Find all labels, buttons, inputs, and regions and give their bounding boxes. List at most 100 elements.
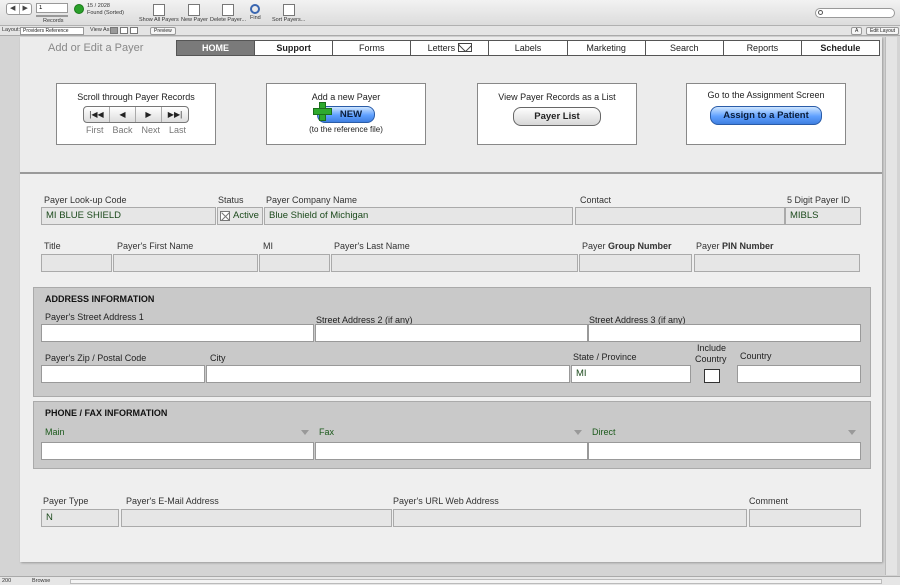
zip-label: Payer's Zip / Postal Code [45,353,147,363]
comment-field[interactable] [749,509,861,527]
search-icon [818,10,823,15]
payer-id-field[interactable]: MIBLS [785,207,861,225]
payer-id-label: 5 Digit Payer ID [787,195,851,205]
lookup-code-field[interactable]: MI BLUE SHIELD [41,207,216,225]
pin-number-label: Payer PIN Number [696,241,774,251]
envelope-icon [458,43,473,52]
tab-support[interactable]: Support [255,41,334,55]
phone-fax-section: PHONE / FAX INFORMATION Main Fax Direct [33,401,871,469]
phone-section-title: PHONE / FAX INFORMATION [45,408,168,418]
direct-field[interactable] [588,442,861,460]
contact-field[interactable] [575,207,785,225]
url-label: Payer's URL Web Address [393,496,499,506]
pin-number-field[interactable] [694,254,860,272]
tab-forms[interactable]: Forms [333,41,412,55]
url-field[interactable] [393,509,747,527]
table-view-icon[interactable] [130,27,138,34]
main-phone-dropdown-icon[interactable] [301,430,309,435]
list-caption: View Payer Records as a List [498,92,616,102]
group-number-field[interactable] [579,254,692,272]
tab-reports[interactable]: Reports [723,41,802,55]
records-label: Records [43,18,64,24]
new-sub-caption: (to the reference file) [309,125,383,134]
country-field[interactable] [737,365,861,383]
street1-label: Payer's Street Address 1 [45,312,144,322]
zoom-level[interactable]: 200 [2,578,11,584]
middle-initial-field[interactable] [259,254,330,272]
prev-record-icon[interactable]: ◀ [7,4,19,14]
show-all-button[interactable]: Show All Payers [139,4,179,23]
layout-select[interactable]: Providers Reference [20,27,84,35]
new-payer-button[interactable]: NEW [312,102,376,123]
font-size-button[interactable]: A [851,27,863,35]
first-label: First [85,125,104,135]
status-toolbar: ◀ ▶ Records 15 / 2028 Found (Sorted) Sho… [0,0,900,26]
next-record-icon[interactable]: ▶ [18,4,32,14]
fax-label: Fax [319,427,335,437]
new-payer-toolbar-button[interactable]: New Payer [181,4,208,23]
mode-label[interactable]: Browse [32,578,50,584]
status-value: Active [233,210,259,221]
delete-payer-button[interactable]: Delete Payer... [210,4,246,23]
tab-home[interactable]: HOME [177,41,256,55]
preview-button[interactable]: Preview [150,27,176,35]
list-view-icon[interactable] [120,27,128,34]
last-label: Last [169,125,187,135]
tab-labels[interactable]: Labels [489,41,568,55]
status-checkbox[interactable] [220,211,230,221]
tab-search[interactable]: Search [645,41,724,55]
page-title: Add or Edit a Payer [48,42,144,54]
sort-payers-button[interactable]: Sort Payers... [272,4,305,23]
tab-marketing[interactable]: Marketing [567,41,646,55]
edit-layout-button[interactable]: Edit Layout [866,27,900,35]
vertical-scrollbar[interactable] [885,37,897,575]
new-record-icon [188,4,201,16]
back-record-icon[interactable]: ◀ [110,107,136,122]
payer-type-field[interactable]: N [41,509,119,527]
street2-field[interactable] [315,324,588,342]
company-name-field[interactable]: Blue Shield of Michigan [264,207,573,225]
next-record-icon[interactable]: ▶ [136,107,162,122]
assignment-box: Go to the Assignment Screen Assign to a … [686,83,846,145]
payer-list-button[interactable]: Payer List [513,107,601,126]
fax-field[interactable] [315,442,588,460]
horizontal-scrollbar[interactable] [70,579,882,584]
street3-field[interactable] [588,324,861,342]
status-label: Status [218,195,244,205]
first-name-field[interactable] [113,254,258,272]
find-button[interactable]: Find [250,4,261,21]
email-field[interactable] [121,509,392,527]
include-country-checkbox[interactable] [704,369,720,383]
zip-field[interactable] [41,365,205,383]
found-pie-icon [74,4,84,14]
form-view-icon[interactable] [110,27,118,34]
view-as-label: View As: [90,27,111,33]
tab-letters[interactable]: Letters [411,41,490,55]
quick-find-input[interactable] [815,8,895,18]
title-field[interactable] [41,254,112,272]
record-number-input[interactable] [36,3,68,13]
record-nav-buttons[interactable]: ◀ ▶ [6,3,32,15]
country-label: Country [740,351,772,361]
assign-to-patient-button[interactable]: Assign to a Patient [710,106,822,125]
show-all-icon [152,4,165,16]
city-field[interactable] [206,365,570,383]
record-nav-labels: First Back Next Last [57,125,215,135]
record-slider[interactable] [36,15,68,17]
main-phone-field[interactable] [41,442,314,460]
include-country-label-1: Include [697,343,727,353]
fax-dropdown-icon[interactable] [574,430,582,435]
back-label: Back [112,125,133,135]
contact-label: Contact [580,195,612,205]
middle-initial-label: MI [263,241,273,251]
direct-dropdown-icon[interactable] [848,430,856,435]
found-label: Found (Sorted) [87,10,124,16]
tab-schedule[interactable]: Schedule [801,41,879,55]
last-name-field[interactable] [331,254,578,272]
last-record-icon[interactable]: ▶▶| [162,107,188,122]
first-record-icon[interactable]: |◀◀ [84,107,110,122]
state-field[interactable]: MI [571,365,691,383]
street1-field[interactable] [41,324,314,342]
address-section: ADDRESS INFORMATION Payer's Street Addre… [33,287,871,397]
found-count: 15 / 2028 [87,3,110,9]
